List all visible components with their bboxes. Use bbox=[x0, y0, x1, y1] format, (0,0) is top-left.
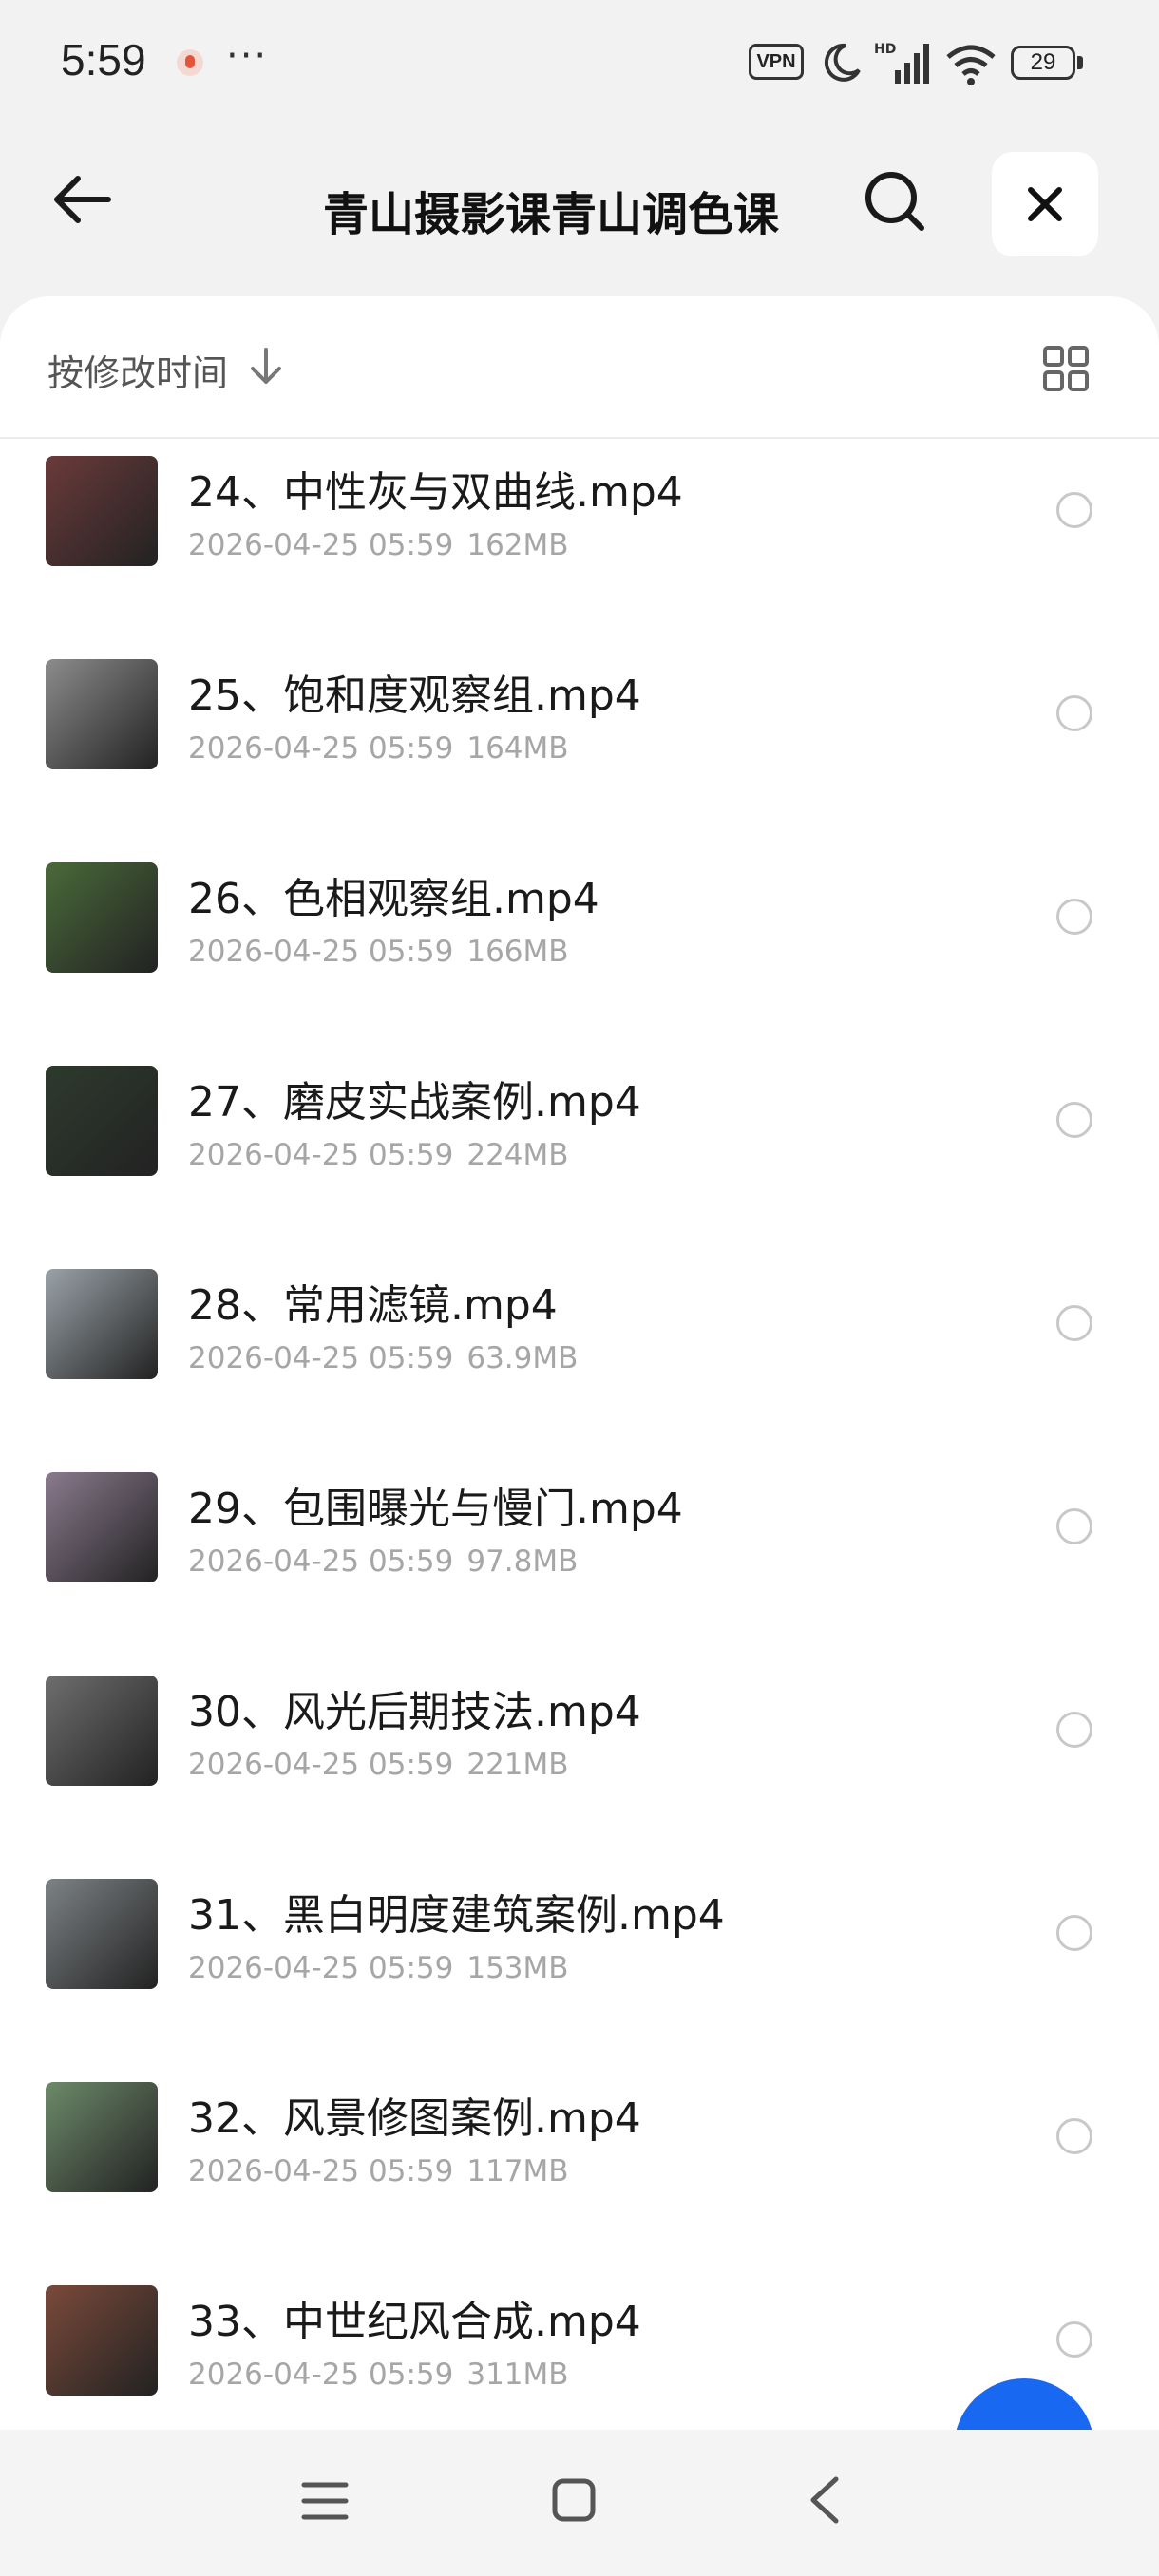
list-item[interactable]: 27、磨皮实战案例.mp4 2026-04-25 05:59 224MB bbox=[0, 1047, 1159, 1250]
search-icon bbox=[865, 172, 924, 231]
select-radio[interactable] bbox=[1056, 1915, 1092, 1951]
search-button[interactable] bbox=[855, 161, 935, 241]
file-name: 30、风光后期技法.mp4 bbox=[188, 1688, 641, 1736]
battery-level: 29 bbox=[1011, 46, 1075, 80]
file-size: 164MB bbox=[466, 731, 569, 766]
file-meta: 2026-04-25 05:59 117MB bbox=[188, 2154, 582, 2188]
file-size: 117MB bbox=[466, 2154, 569, 2188]
video-thumbnail bbox=[46, 862, 158, 973]
file-name: 33、中世纪风合成.mp4 bbox=[188, 2298, 641, 2346]
video-thumbnail bbox=[46, 1879, 158, 1989]
file-name: 29、包围曝光与慢门.mp4 bbox=[188, 1485, 683, 1533]
vpn-badge: VPN bbox=[749, 44, 804, 80]
select-radio[interactable] bbox=[1056, 2321, 1092, 2358]
list-item[interactable]: 32、风景修图案例.mp4 2026-04-25 05:59 117MB bbox=[0, 2063, 1159, 2266]
video-thumbnail bbox=[46, 1676, 158, 1786]
select-radio[interactable] bbox=[1056, 2118, 1092, 2154]
status-time: 5:59 bbox=[61, 35, 146, 85]
sort-bar: 按修改时间 bbox=[0, 296, 1159, 439]
list-item[interactable]: 30、风光后期技法.mp4 2026-04-25 05:59 221MB bbox=[0, 1657, 1159, 1860]
system-nav-bar bbox=[0, 2430, 1159, 2576]
list-item[interactable]: 31、黑白明度建筑案例.mp4 2026-04-25 05:59 153MB bbox=[0, 1860, 1159, 2063]
file-date: 2026-04-25 05:59 bbox=[188, 1748, 454, 1782]
file-date: 2026-04-25 05:59 bbox=[188, 2358, 454, 2392]
select-radio[interactable] bbox=[1056, 1508, 1092, 1544]
file-size: 311MB bbox=[466, 2358, 569, 2392]
file-size: 153MB bbox=[466, 1951, 569, 1985]
title-bar: 青山摄影课青山调色课 bbox=[0, 142, 1159, 266]
close-icon bbox=[1028, 187, 1062, 221]
file-date: 2026-04-25 05:59 bbox=[188, 2154, 454, 2188]
page-title: 青山摄影课青山调色课 bbox=[323, 188, 779, 241]
file-name: 26、色相观察组.mp4 bbox=[188, 875, 599, 923]
file-date: 2026-04-25 05:59 bbox=[188, 1544, 454, 1579]
video-thumbnail bbox=[46, 1066, 158, 1176]
file-meta: 2026-04-25 05:59 97.8MB bbox=[188, 1544, 591, 1579]
video-thumbnail bbox=[46, 456, 158, 566]
select-radio[interactable] bbox=[1056, 695, 1092, 731]
svg-text:HD: HD bbox=[874, 42, 896, 57]
file-size: 221MB bbox=[466, 1748, 569, 1782]
file-meta: 2026-04-25 05:59 63.9MB bbox=[188, 1341, 591, 1375]
select-radio[interactable] bbox=[1056, 492, 1092, 528]
file-meta: 2026-04-25 05:59 162MB bbox=[188, 528, 582, 562]
file-meta: 2026-04-25 05:59 221MB bbox=[188, 1748, 582, 1782]
list-item[interactable]: 26、色相观察组.mp4 2026-04-25 05:59 166MB bbox=[0, 843, 1159, 1047]
file-date: 2026-04-25 05:59 bbox=[188, 731, 454, 766]
file-panel: 按修改时间 24、中性灰与双曲线.mp4 2026-04-25 05:59 162M… bbox=[0, 296, 1159, 2434]
file-size: 97.8MB bbox=[466, 1544, 579, 1579]
select-radio[interactable] bbox=[1056, 1102, 1092, 1138]
home-icon[interactable] bbox=[551, 2477, 597, 2523]
video-thumbnail bbox=[46, 1269, 158, 1379]
wifi-icon bbox=[946, 45, 996, 85]
menu-icon[interactable] bbox=[300, 2479, 350, 2523]
list-item[interactable]: 29、包围曝光与慢门.mp4 2026-04-25 05:59 97.8MB bbox=[0, 1453, 1159, 1657]
file-name: 32、风景修图案例.mp4 bbox=[188, 2094, 641, 2143]
file-date: 2026-04-25 05:59 bbox=[188, 528, 454, 562]
file-size: 63.9MB bbox=[466, 1341, 579, 1375]
file-name: 27、磨皮实战案例.mp4 bbox=[188, 1078, 641, 1127]
sort-by-modified-button[interactable]: 按修改时间 bbox=[48, 344, 228, 396]
file-meta: 2026-04-25 05:59 311MB bbox=[188, 2358, 582, 2392]
video-thumbnail bbox=[46, 2082, 158, 2192]
list-item[interactable]: 28、常用滤镜.mp4 2026-04-25 05:59 63.9MB bbox=[0, 1250, 1159, 1453]
battery-icon: 29 bbox=[1011, 46, 1085, 80]
video-thumbnail bbox=[46, 2285, 158, 2396]
hd-signal-icon: HD bbox=[874, 42, 929, 84]
file-size: 166MB bbox=[466, 935, 569, 969]
file-date: 2026-04-25 05:59 bbox=[188, 1138, 454, 1172]
video-thumbnail bbox=[46, 1472, 158, 1582]
status-more-icon: ··· bbox=[226, 34, 269, 78]
file-size: 224MB bbox=[466, 1138, 569, 1172]
back-button[interactable] bbox=[44, 161, 120, 237]
file-size: 162MB bbox=[466, 528, 569, 562]
close-button[interactable] bbox=[992, 152, 1098, 256]
arrow-down-icon[interactable] bbox=[249, 348, 283, 386]
list-item[interactable]: 25、饱和度观察组.mp4 2026-04-25 05:59 164MB bbox=[0, 640, 1159, 843]
select-radio[interactable] bbox=[1056, 1305, 1092, 1341]
list-item[interactable]: 24、中性灰与双曲线.mp4 2026-04-25 05:59 162MB bbox=[0, 437, 1159, 640]
file-meta: 2026-04-25 05:59 164MB bbox=[188, 731, 582, 766]
file-meta: 2026-04-25 05:59 153MB bbox=[188, 1951, 582, 1985]
select-radio[interactable] bbox=[1056, 1712, 1092, 1748]
file-name: 28、常用滤镜.mp4 bbox=[188, 1281, 558, 1330]
file-name: 24、中性灰与双曲线.mp4 bbox=[188, 468, 683, 517]
video-thumbnail bbox=[46, 659, 158, 769]
file-name: 25、饱和度观察组.mp4 bbox=[188, 672, 641, 720]
file-name: 31、黑白明度建筑案例.mp4 bbox=[188, 1891, 725, 1940]
back-icon[interactable] bbox=[808, 2475, 842, 2525]
file-date: 2026-04-25 05:59 bbox=[188, 1341, 454, 1375]
app-notification-icon bbox=[177, 49, 203, 76]
file-meta: 2026-04-25 05:59 166MB bbox=[188, 935, 582, 969]
grid-view-icon[interactable] bbox=[1041, 344, 1091, 393]
file-date: 2026-04-25 05:59 bbox=[188, 1951, 454, 1985]
status-bar: 5:59 ··· VPN HD 29 bbox=[0, 0, 1159, 123]
back-arrow-icon bbox=[54, 176, 111, 223]
moon-icon bbox=[824, 43, 861, 82]
select-radio[interactable] bbox=[1056, 899, 1092, 935]
file-date: 2026-04-25 05:59 bbox=[188, 935, 454, 969]
file-meta: 2026-04-25 05:59 224MB bbox=[188, 1138, 582, 1172]
